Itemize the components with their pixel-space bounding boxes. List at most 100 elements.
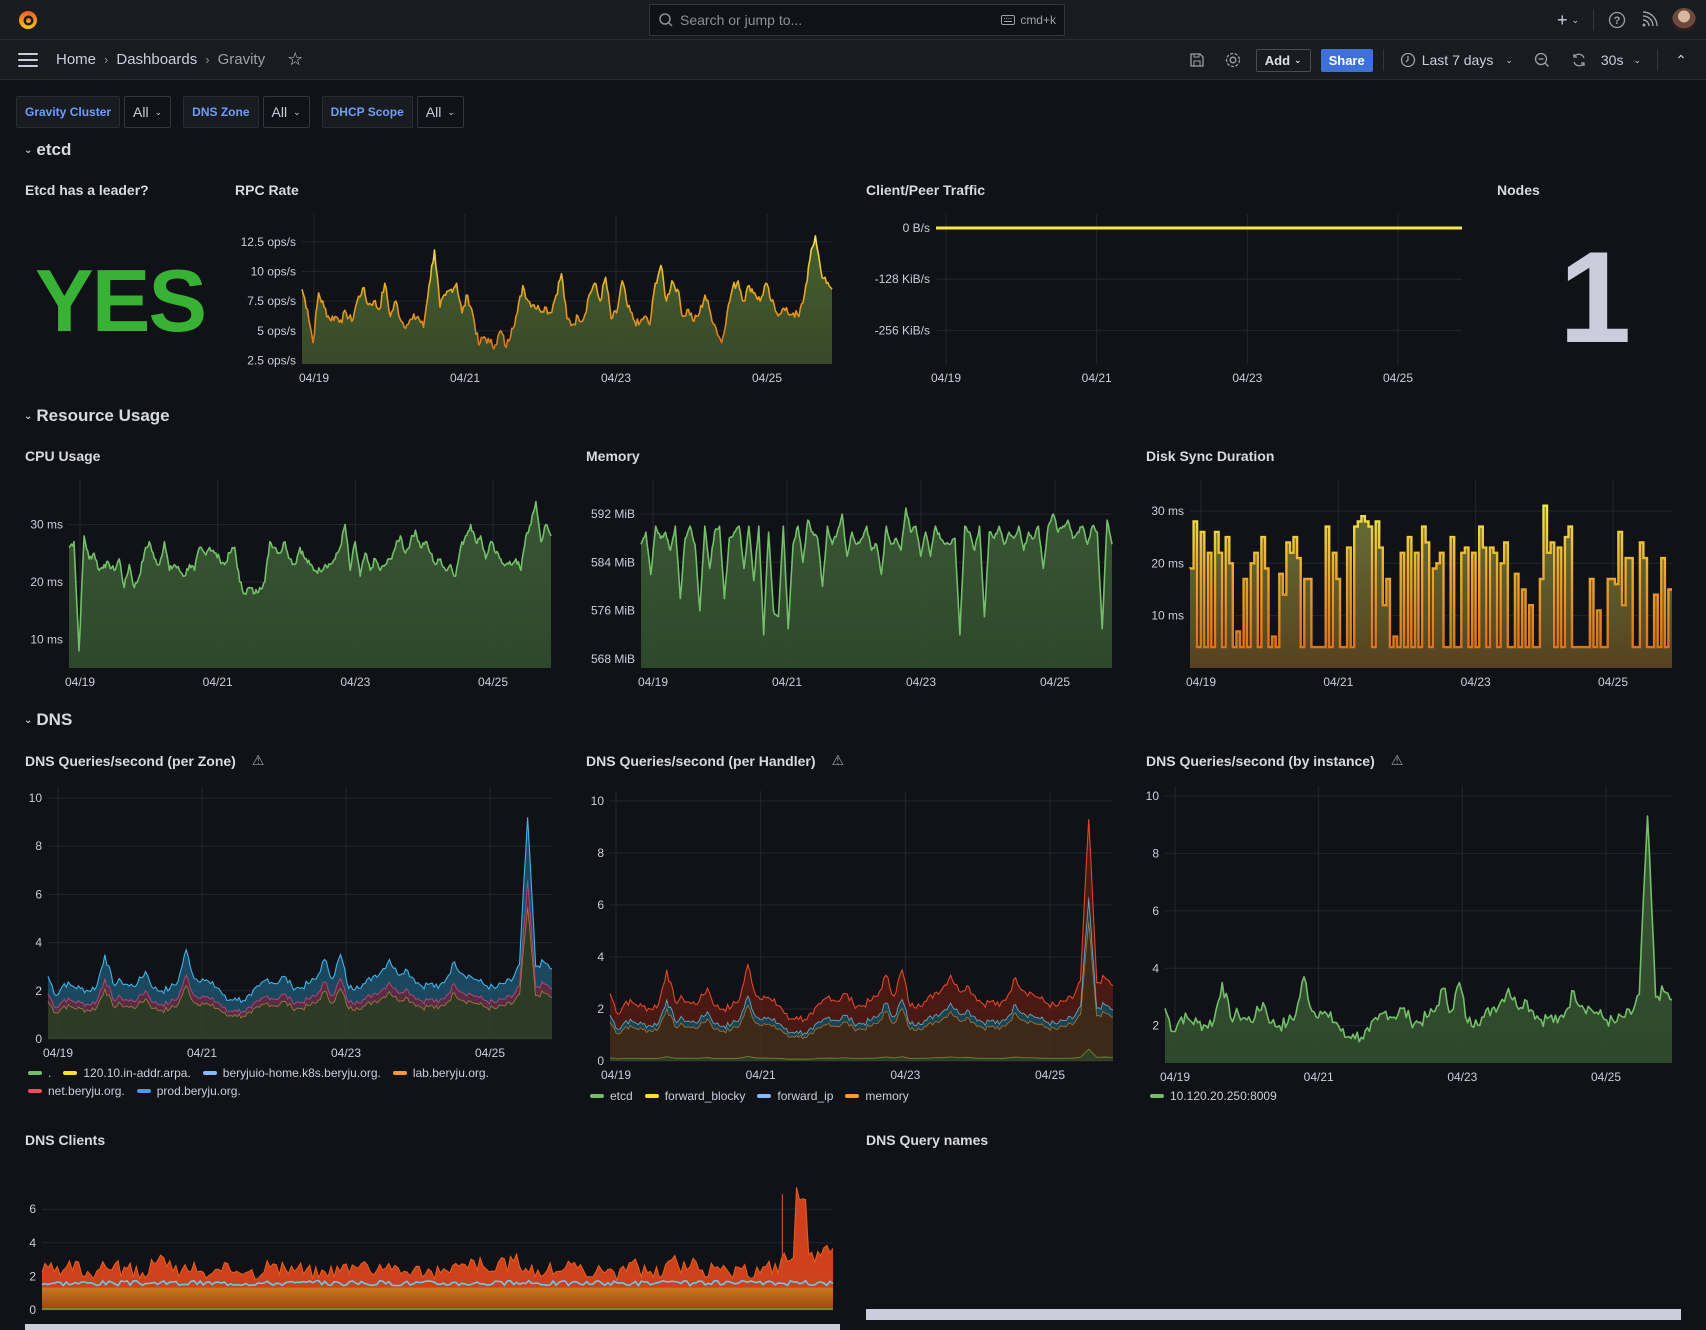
warning-icon[interactable]: ⚠ <box>252 752 265 769</box>
series-area <box>610 920 1113 1059</box>
legend-item[interactable]: 120.10.in-addr.arpa. <box>63 1066 191 1080</box>
legend-swatch <box>590 1094 604 1098</box>
row-resource-usage[interactable]: ⌄ Resource Usage <box>24 406 170 426</box>
x-tick-label: 04/21 <box>203 675 233 689</box>
x-tick-label: 04/21 <box>1304 1070 1334 1084</box>
legend-label: lab.beryju.org. <box>412 1066 489 1080</box>
series-line-disk <box>1188 504 1672 649</box>
row-dns[interactable]: ⌄ DNS <box>24 710 72 730</box>
x-tick-label: 04/21 <box>450 371 480 385</box>
y-tick-label: 4 <box>29 1236 36 1250</box>
series-area-memory <box>641 508 1112 668</box>
x-tick-label: 04/23 <box>906 675 936 689</box>
panel-client-peer-traffic: Client/Peer Traffic <box>866 182 1466 382</box>
panel-title: Client/Peer Traffic <box>866 182 986 198</box>
y-tick-label: 5 ops/s <box>257 324 296 338</box>
legend-swatch <box>28 1089 42 1093</box>
y-tick-label: 568 MiB <box>591 652 635 666</box>
legend-label: prod.beryju.org. <box>156 1084 241 1098</box>
legend-item[interactable]: 10.120.20.250:8009 <box>1150 1089 1277 1103</box>
x-tick-label: 04/23 <box>890 1068 920 1082</box>
y-tick-label: 8 <box>1152 846 1159 860</box>
y-tick-label: 10 <box>591 794 605 808</box>
x-tick-label: 04/23 <box>601 371 631 385</box>
legend-label: . <box>48 1066 52 1080</box>
x-tick-label: 04/21 <box>187 1046 217 1060</box>
chevron-down-icon: ⌄ <box>24 714 33 726</box>
y-tick-label: 10 ms <box>1151 609 1184 623</box>
y-tick-label: 2 <box>597 1002 604 1016</box>
legend-item[interactable]: etcd <box>590 1089 633 1103</box>
legend-dns-handler: etcd forward_blocky forward_ip memory <box>590 1089 1120 1103</box>
series-area-cpu <box>69 501 551 668</box>
legend-item[interactable]: forward_blocky <box>644 1089 745 1103</box>
panel-title: CPU Usage <box>25 448 101 464</box>
warning-icon[interactable]: ⚠ <box>832 752 845 769</box>
chevron-down-icon: ⌄ <box>24 410 33 422</box>
legend-item[interactable]: forward_ip <box>757 1089 833 1103</box>
y-tick-label: 6 <box>35 887 42 901</box>
warning-icon[interactable]: ⚠ <box>1391 752 1404 769</box>
y-tick-label: 0 <box>35 1032 42 1046</box>
x-tick-label: 04/25 <box>1591 1070 1621 1084</box>
y-tick-label: 2.5 ops/s <box>247 353 296 367</box>
y-tick-label: 7.5 ops/s <box>247 294 296 308</box>
legend-item[interactable]: beryjuio-home.k8s.beryju.org. <box>202 1066 381 1080</box>
row-title: DNS <box>36 710 73 729</box>
legend-dns-zone: . 120.10.in-addr.arpa. beryjuio-home.k8s.b… <box>28 1066 558 1098</box>
y-tick-label: 4 <box>1152 961 1159 975</box>
series-area <box>48 906 552 1039</box>
legend-swatch <box>845 1094 860 1098</box>
legend-swatch <box>202 1071 217 1075</box>
legend-item[interactable]: net.beryju.org. <box>28 1084 125 1098</box>
legend-swatch <box>757 1094 772 1098</box>
y-tick-label: 584 MiB <box>591 555 635 569</box>
panel-title-wrap: DNS Queries/second (per Zone) ⚠ <box>25 752 264 769</box>
y-tick-label: 30 ms <box>30 517 63 531</box>
y-tick-label: 30 ms <box>1151 504 1184 518</box>
panel-title: Disk Sync Duration <box>1146 448 1275 464</box>
legend-item[interactable]: lab.beryju.org. <box>392 1066 489 1080</box>
panel-title-wrap: DNS Queries/second (by instance) ⚠ <box>1146 752 1403 769</box>
x-tick-label: 04/19 <box>65 675 95 689</box>
legend-swatch <box>1150 1094 1164 1098</box>
x-tick-label: 04/21 <box>772 675 802 689</box>
panel-title-wrap: DNS Queries/second (per Handler) ⚠ <box>586 752 844 769</box>
x-tick-label: 04/25 <box>1035 1068 1065 1082</box>
legend-item[interactable]: memory <box>845 1089 909 1103</box>
y-tick-label: 4 <box>597 950 604 964</box>
stat-value: 1 <box>1559 224 1632 370</box>
x-tick-label: 04/23 <box>1461 675 1491 689</box>
legend-label: beryjuio-home.k8s.beryju.org. <box>222 1066 381 1080</box>
x-tick-label: 04/19 <box>638 675 668 689</box>
y-tick-label: 12.5 ops/s <box>241 235 296 249</box>
y-tick-label: 10 <box>1146 789 1160 803</box>
y-tick-label: 2 <box>35 984 42 998</box>
x-tick-label: 04/19 <box>43 1046 73 1060</box>
x-tick-label: 04/23 <box>331 1046 361 1060</box>
legend-label: net.beryju.org. <box>48 1084 125 1098</box>
y-tick-label: 6 <box>29 1202 36 1216</box>
legend-swatch <box>644 1094 659 1098</box>
x-tick-label: 04/21 <box>1323 675 1353 689</box>
dns-query-names-bar <box>866 1309 1681 1320</box>
x-tick-label: 04/25 <box>475 1046 505 1060</box>
y-tick-label: 0 <box>597 1054 604 1068</box>
y-tick-label: 10 ms <box>30 632 63 646</box>
legend-label: forward_ip <box>777 1089 834 1103</box>
series-area <box>42 1187 833 1288</box>
legend-label: memory <box>865 1089 909 1103</box>
x-tick-label: 04/19 <box>1160 1070 1190 1084</box>
panel-title: DNS Queries/second (by instance) <box>1146 752 1375 769</box>
series-area <box>42 1287 833 1308</box>
x-tick-label: 04/21 <box>746 1068 776 1082</box>
panel-title: DNS Query names <box>866 1132 989 1148</box>
panel-title: DNS Queries/second (per Zone) <box>25 752 236 769</box>
series-area-etcd <box>42 1307 833 1310</box>
x-tick-label: 04/19 <box>299 371 329 385</box>
legend-swatch <box>63 1071 78 1075</box>
legend-item[interactable]: prod.beryju.org. <box>136 1084 241 1098</box>
legend-item[interactable]: . <box>28 1066 51 1080</box>
series-line-10.120.20.250:8009 <box>1164 815 1673 1043</box>
dns-clients-legend-overflow <box>25 1324 840 1330</box>
